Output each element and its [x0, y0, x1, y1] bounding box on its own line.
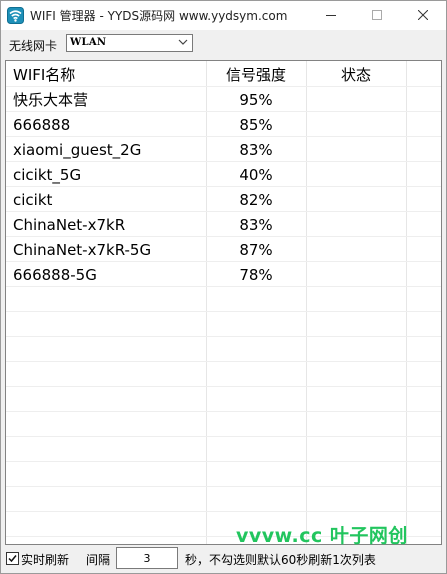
auto-refresh-label[interactable]: 实时刷新	[21, 551, 69, 568]
row-divider	[6, 311, 441, 312]
row-divider	[6, 436, 441, 437]
wifi-name-cell: ChinaNet-x7kR-5G	[13, 241, 152, 259]
app-window: WIFI 管理器 - YYDS源码网 www.yydsym.com 无线网卡 W…	[0, 0, 447, 574]
close-button[interactable]	[400, 1, 446, 30]
maximize-icon	[372, 10, 382, 20]
wifi-manager-app-icon	[7, 7, 24, 24]
adapter-select-arrow[interactable]	[175, 35, 192, 51]
row-divider	[6, 86, 441, 87]
maximize-button[interactable]	[354, 1, 400, 30]
interval-label: 间隔	[86, 553, 111, 567]
watermark-text: vvvw.cc 叶子网创	[236, 525, 408, 547]
window-title: WIFI 管理器 - YYDS源码网 www.yydsym.com	[30, 9, 288, 23]
close-icon	[418, 10, 428, 20]
signal-strength-cell: 78%	[239, 266, 273, 284]
column-divider	[306, 61, 307, 544]
signal-strength-cell: 82%	[239, 191, 273, 209]
signal-strength-cell: 83%	[239, 141, 273, 159]
column-header-name[interactable]: WIFI名称	[13, 65, 75, 85]
column-header-signal[interactable]: 信号强度	[206, 65, 306, 85]
adapter-label: 无线网卡	[9, 39, 58, 53]
column-header-status[interactable]: 状态	[306, 65, 406, 85]
wifi-name-cell: 666888-5G	[13, 266, 97, 284]
row-divider	[6, 511, 441, 512]
column-divider	[406, 61, 407, 544]
row-divider	[6, 136, 441, 137]
interval-input[interactable]	[116, 547, 178, 569]
row-divider	[6, 186, 441, 187]
row-divider	[6, 411, 441, 412]
row-divider	[6, 286, 441, 287]
status-bar: 实时刷新 间隔 秒，不勾选则默认60秒刷新1次列表	[1, 546, 446, 573]
row-divider	[6, 236, 441, 237]
row-divider	[6, 461, 441, 462]
signal-strength-cell: 87%	[239, 241, 273, 259]
row-divider	[6, 386, 441, 387]
wifi-list[interactable]: WIFI名称 信号强度 状态 快乐大本营 95% 666888 85% xiaomi_g…	[5, 60, 442, 545]
refresh-hint-text: 秒，不勾选则默认60秒刷新1次列表	[185, 553, 376, 567]
signal-strength-cell: 95%	[239, 91, 273, 109]
wifi-name-cell: xiaomi_guest_2G	[13, 141, 142, 159]
row-divider	[6, 486, 441, 487]
wifi-name-cell: 快乐大本营	[13, 91, 89, 109]
auto-refresh-checkbox[interactable]	[6, 552, 19, 565]
row-divider	[6, 261, 441, 262]
row-divider	[6, 211, 441, 212]
wifi-name-cell: cicikt_5G	[13, 166, 82, 184]
adapter-select[interactable]: WLAN	[66, 34, 193, 52]
signal-strength-cell: 85%	[239, 116, 273, 134]
signal-strength-cell: 40%	[239, 166, 273, 184]
title-bar[interactable]: WIFI 管理器 - YYDS源码网 www.yydsym.com	[1, 1, 446, 30]
adapter-select-value: WLAN	[70, 37, 107, 48]
wifi-name-cell: ChinaNet-x7kR	[13, 216, 126, 234]
row-divider	[6, 361, 441, 362]
row-divider	[6, 161, 441, 162]
minimize-button[interactable]	[308, 1, 354, 30]
minimize-icon	[326, 15, 336, 16]
wifi-name-cell: 666888	[13, 116, 71, 134]
wifi-name-cell: cicikt	[13, 191, 53, 209]
row-divider	[6, 111, 441, 112]
row-divider	[6, 336, 441, 337]
chevron-down-icon	[178, 39, 188, 45]
signal-strength-cell: 83%	[239, 216, 273, 234]
check-icon	[8, 555, 17, 563]
adapter-toolbar: 无线网卡 WLAN	[1, 30, 446, 58]
